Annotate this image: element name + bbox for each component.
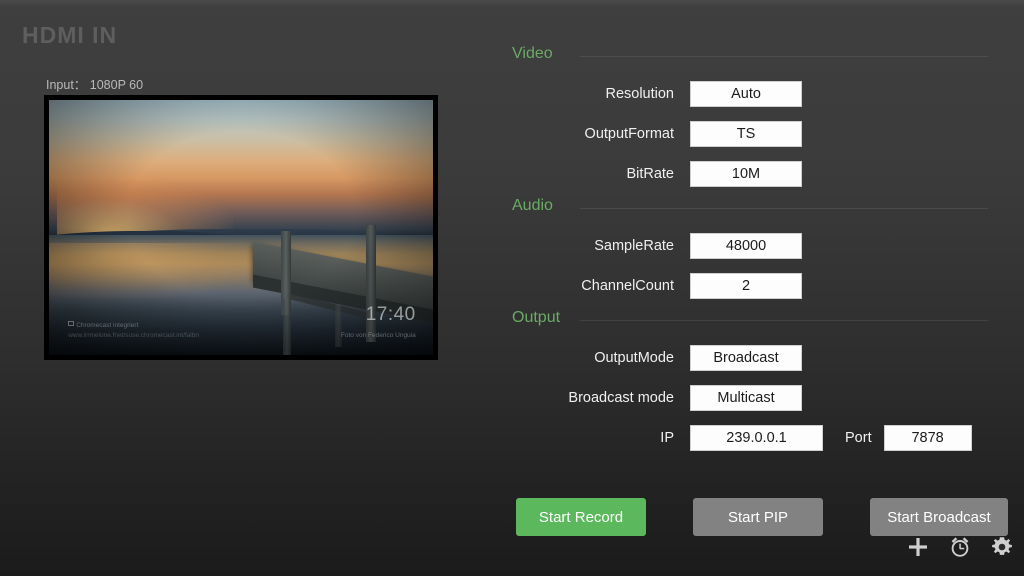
- bitrate-input[interactable]: [690, 161, 802, 187]
- section-divider: [580, 320, 988, 321]
- port-input[interactable]: [883, 425, 972, 451]
- action-button-row: Start Record Start PIP Start Broadcast: [470, 498, 1024, 536]
- bottom-icon-bar: [906, 535, 1014, 559]
- section-header-audio: Audio: [470, 194, 1024, 224]
- section-header-video: Video: [470, 42, 1024, 72]
- form-row-ip-port: IP Port: [470, 418, 1024, 458]
- settings-form: Video Resolution OutputFormat BitRate Au…: [470, 42, 1024, 458]
- start-pip-button[interactable]: Start PIP: [693, 498, 823, 536]
- label-outputmode: OutputMode: [594, 350, 674, 366]
- label-channelcount: ChannelCount: [581, 278, 674, 294]
- section-divider: [580, 208, 988, 209]
- broadcastmode-input[interactable]: [690, 385, 802, 411]
- section-divider: [580, 56, 988, 57]
- outputformat-input[interactable]: [690, 121, 802, 147]
- section-title-output: Output: [512, 309, 561, 326]
- section-header-output: Output: [470, 306, 1024, 336]
- plus-icon[interactable]: [906, 535, 930, 559]
- gear-icon[interactable]: [990, 535, 1014, 559]
- resolution-input[interactable]: [690, 81, 802, 107]
- video-preview[interactable]: Chromecast integriert www.irrmelone.fnet…: [49, 100, 433, 355]
- form-row-outputmode: OutputMode: [470, 338, 1024, 378]
- form-row-channelcount: ChannelCount: [470, 266, 1024, 306]
- video-preview-frame[interactable]: Chromecast integriert www.irrmelone.fnet…: [44, 95, 438, 360]
- start-record-button[interactable]: Start Record: [516, 498, 646, 536]
- form-row-outputformat: OutputFormat: [470, 114, 1024, 154]
- alarm-clock-icon[interactable]: [948, 535, 972, 559]
- input-status-label: Input： 1080P 60: [46, 78, 144, 92]
- label-samplerate: SampleRate: [594, 238, 674, 254]
- section-title-video: Video: [512, 45, 553, 62]
- label-broadcastmode: Broadcast mode: [568, 390, 674, 406]
- preview-clock: 17:40: [365, 304, 416, 325]
- section-title-audio: Audio: [512, 197, 553, 214]
- top-strip: [0, 0, 1024, 6]
- label-outputformat: OutputFormat: [584, 126, 674, 142]
- preview-photo-credit: Foto von Federico Unguia: [340, 332, 416, 340]
- ip-input[interactable]: [690, 425, 823, 451]
- chromecast-url-label: www.irrmelone.fnet/suse.chromecast.int/f…: [68, 332, 199, 340]
- samplerate-input[interactable]: [690, 233, 802, 259]
- start-broadcast-button[interactable]: Start Broadcast: [870, 498, 1008, 536]
- channelcount-input[interactable]: [690, 273, 802, 299]
- label-port: Port: [845, 430, 872, 446]
- form-row-resolution: Resolution: [470, 74, 1024, 114]
- outputmode-input[interactable]: [690, 345, 802, 371]
- chromecast-badge-label: Chromecast integriert: [68, 320, 138, 329]
- form-row-bitrate: BitRate: [470, 154, 1024, 194]
- page-title: HDMI IN: [22, 22, 118, 48]
- label-resolution: Resolution: [605, 86, 674, 102]
- label-bitrate: BitRate: [626, 166, 674, 182]
- form-row-samplerate: SampleRate: [470, 226, 1024, 266]
- form-row-broadcastmode: Broadcast mode: [470, 378, 1024, 418]
- cast-icon: [68, 320, 75, 326]
- label-ip: IP: [660, 430, 674, 446]
